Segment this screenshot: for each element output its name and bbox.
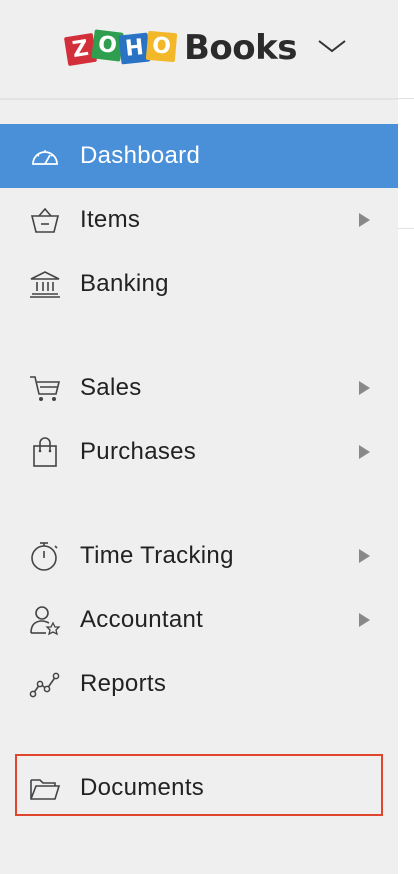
- caret-right-icon: [359, 445, 370, 459]
- stopwatch-icon: [31, 542, 58, 571]
- content-divider: [398, 98, 414, 99]
- sidebar-item-items[interactable]: Items: [0, 188, 398, 252]
- sidebar-item-dashboard[interactable]: Dashboard: [0, 124, 398, 188]
- shopping-cart-icon: [30, 376, 61, 401]
- speedometer-icon: [32, 150, 58, 165]
- user-star-icon: [30, 606, 61, 636]
- highlight-box: [15, 754, 383, 816]
- caret-right-icon: [359, 381, 370, 395]
- sidebar-item-label: Time Tracking: [80, 542, 234, 569]
- chevron-down-icon[interactable]: [316, 36, 348, 56]
- zoho-books-logo[interactable]: Z O H O Books: [63, 22, 297, 74]
- product-name: Books: [184, 28, 297, 68]
- line-chart-icon: [29, 672, 60, 698]
- basket-icon: [30, 207, 60, 233]
- sidebar-item-label: Dashboard: [80, 142, 201, 169]
- main-content-edge: [398, 0, 414, 874]
- sidebar-item-purchases[interactable]: Purchases: [0, 420, 398, 484]
- sidebar-item-label: Accountant: [80, 606, 204, 633]
- sidebar-item-label: Items: [80, 206, 141, 233]
- sidebar-item-accountant[interactable]: Accountant: [0, 588, 398, 652]
- content-divider: [398, 228, 414, 229]
- app-header: Z O H O Books: [0, 0, 398, 98]
- caret-right-icon: [359, 213, 370, 227]
- sidebar-item-time-tracking[interactable]: Time Tracking: [0, 524, 398, 588]
- sidebar-item-banking[interactable]: Banking: [0, 252, 398, 316]
- sidebar-item-label: Purchases: [80, 438, 197, 465]
- caret-right-icon: [359, 613, 370, 627]
- zoho-logo: Z O H O: [63, 22, 178, 74]
- sidebar-item-label: Reports: [80, 670, 167, 697]
- shopping-bag-icon: [33, 437, 57, 467]
- caret-right-icon: [359, 549, 370, 563]
- sidebar-item-label: Banking: [80, 270, 169, 297]
- sidebar-item-label: Sales: [80, 374, 142, 401]
- sidebar-item-reports[interactable]: Reports: [0, 652, 398, 716]
- logo-tile: H: [118, 32, 151, 65]
- sidebar-item-sales[interactable]: Sales: [0, 356, 398, 420]
- bank-icon: [30, 271, 60, 298]
- header-divider: [0, 98, 398, 100]
- logo-tile: O: [145, 30, 178, 63]
